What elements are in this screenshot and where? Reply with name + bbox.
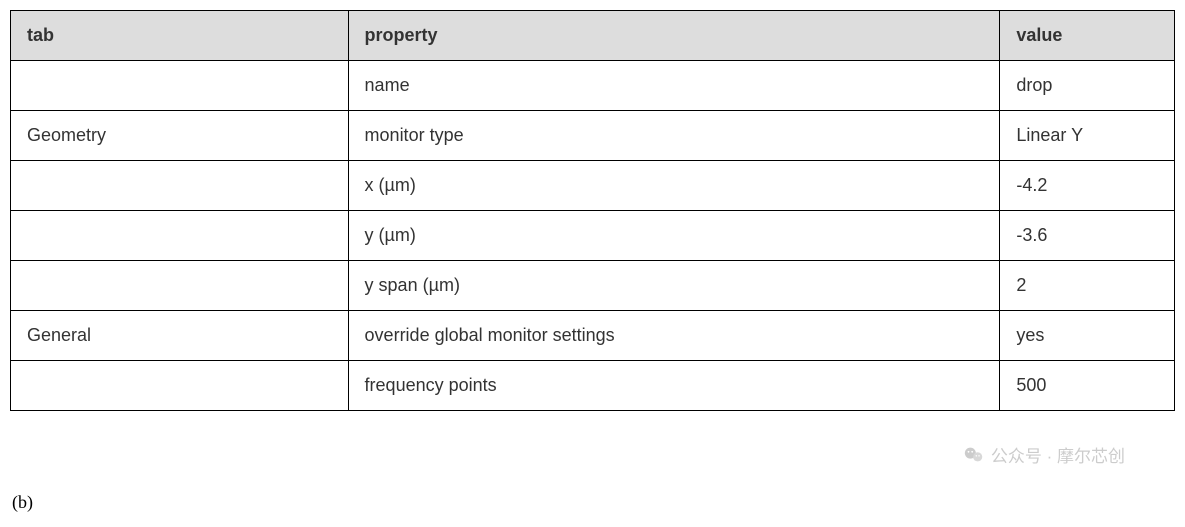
table-row: Geometry monitor type Linear Y (11, 111, 1175, 161)
cell-tab (11, 211, 349, 261)
cell-tab (11, 161, 349, 211)
cell-property: monitor type (348, 111, 1000, 161)
table-row: frequency points 500 (11, 361, 1175, 411)
cell-value: 500 (1000, 361, 1175, 411)
cell-value: 2 (1000, 261, 1175, 311)
table-row: y (µm) -3.6 (11, 211, 1175, 261)
figure-caption-label: (b) (12, 492, 33, 513)
watermark-text: 公众号 · 摩尔芯创 (991, 442, 1125, 467)
cell-property: name (348, 61, 1000, 111)
cell-value: -4.2 (1000, 161, 1175, 211)
header-value: value (1000, 11, 1175, 61)
cell-property: override global monitor settings (348, 311, 1000, 361)
cell-tab (11, 261, 349, 311)
cell-value: yes (1000, 311, 1175, 361)
cell-property: x (µm) (348, 161, 1000, 211)
cell-property: y (µm) (348, 211, 1000, 261)
table-header-row: tab property value (11, 11, 1175, 61)
cell-tab (11, 361, 349, 411)
cell-tab: Geometry (11, 111, 349, 161)
table-row: name drop (11, 61, 1175, 111)
header-tab: tab (11, 11, 349, 61)
cell-value: -3.6 (1000, 211, 1175, 261)
cell-property: frequency points (348, 361, 1000, 411)
wechat-icon (963, 444, 985, 466)
watermark: 公众号 · 摩尔芯创 (963, 442, 1125, 467)
header-property: property (348, 11, 1000, 61)
properties-table: tab property value name drop Geometry mo… (10, 10, 1175, 411)
cell-tab (11, 61, 349, 111)
cell-value: drop (1000, 61, 1175, 111)
table-row: x (µm) -4.2 (11, 161, 1175, 211)
table-row: y span (µm) 2 (11, 261, 1175, 311)
cell-property: y span (µm) (348, 261, 1000, 311)
table-row: General override global monitor settings… (11, 311, 1175, 361)
cell-value: Linear Y (1000, 111, 1175, 161)
cell-tab: General (11, 311, 349, 361)
